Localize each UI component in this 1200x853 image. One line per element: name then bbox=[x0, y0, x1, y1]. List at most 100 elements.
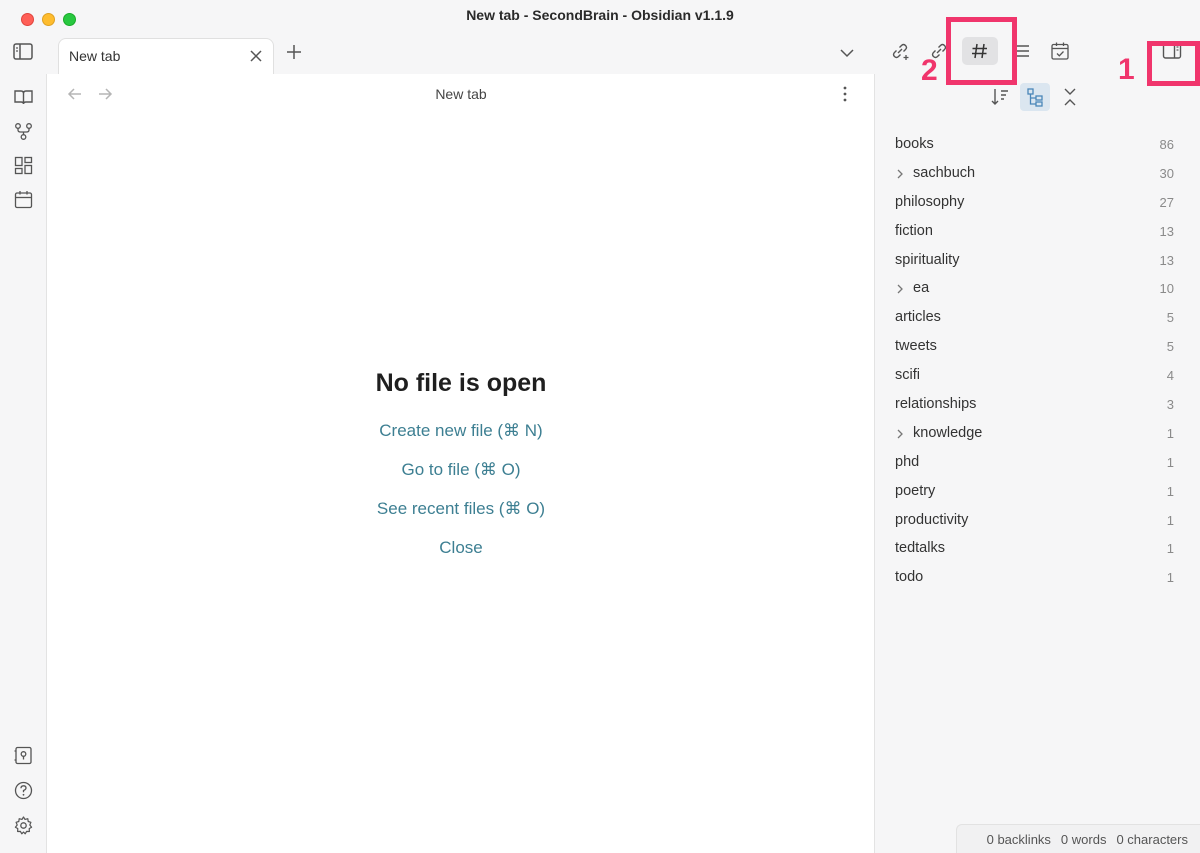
status-backlinks[interactable]: 0 backlinks bbox=[987, 832, 1051, 847]
tag-name: poetry bbox=[895, 482, 936, 499]
vault-switcher-button[interactable] bbox=[13, 745, 34, 766]
tag-row-poetry[interactable]: poetry 1 bbox=[875, 477, 1200, 506]
sort-button[interactable] bbox=[985, 83, 1015, 111]
tag-count: 1 bbox=[1166, 425, 1174, 441]
tab-new-tab[interactable]: New tab bbox=[58, 38, 274, 74]
chevron-right-icon[interactable] bbox=[895, 283, 905, 295]
tag-count: 4 bbox=[1166, 368, 1174, 384]
status-character-count: 0 characters bbox=[1116, 831, 1188, 847]
plus-icon bbox=[287, 45, 301, 59]
more-options-button[interactable] bbox=[837, 85, 853, 103]
close-link[interactable]: Close bbox=[47, 537, 875, 559]
sort-icon bbox=[991, 89, 1008, 105]
empty-state-title: No file is open bbox=[375, 369, 547, 397]
tab-list-dropdown[interactable] bbox=[838, 45, 856, 61]
title-bar: New tab - SecondBrain - Obsidian v1.1.9 bbox=[0, 0, 1200, 32]
tag-row-books[interactable]: books 86 bbox=[875, 130, 1200, 159]
git-fork-icon bbox=[15, 123, 32, 140]
tasks-tab[interactable] bbox=[1049, 40, 1071, 62]
tag-row-fiction[interactable]: fiction 13 bbox=[875, 217, 1200, 246]
tag-count: 1 bbox=[1166, 483, 1174, 499]
right-sidebar: 2 1 books 86 sachbuch 30 philosophy 27 f… bbox=[875, 17, 1200, 853]
tab-label: New tab bbox=[69, 48, 121, 64]
tag-row-knowledge[interactable]: knowledge 1 bbox=[875, 419, 1200, 448]
close-tab-button[interactable] bbox=[249, 49, 263, 63]
tag-row-philosophy[interactable]: philosophy 27 bbox=[875, 188, 1200, 217]
tag-row-todo[interactable]: todo 1 bbox=[875, 563, 1200, 592]
tag-count: 13 bbox=[1159, 223, 1174, 239]
toggle-left-sidebar-button[interactable] bbox=[12, 42, 36, 64]
tag-count: 1 bbox=[1166, 512, 1174, 528]
window-title: New tab - SecondBrain - Obsidian v1.1.9 bbox=[466, 7, 734, 23]
tag-row-scifi[interactable]: scifi 4 bbox=[875, 361, 1200, 390]
tag-count: 1 bbox=[1166, 570, 1174, 586]
tag-row-phd[interactable]: phd 1 bbox=[875, 448, 1200, 477]
help-circle-icon bbox=[14, 781, 33, 800]
new-tab-button[interactable] bbox=[285, 43, 303, 61]
tag-count: 1 bbox=[1166, 541, 1174, 557]
tag-row-tweets[interactable]: tweets 5 bbox=[875, 332, 1200, 361]
go-to-file-link[interactable]: Go to file (⌘ O) bbox=[47, 459, 875, 481]
tag-name: todo bbox=[895, 569, 924, 586]
close-icon bbox=[250, 50, 262, 62]
tag-name: articles bbox=[895, 309, 941, 326]
tab-bar: New tab bbox=[0, 32, 875, 74]
create-new-file-link[interactable]: Create new file (⌘ N) bbox=[47, 420, 875, 442]
tag-count: 86 bbox=[1159, 137, 1174, 152]
settings-button[interactable] bbox=[13, 815, 34, 836]
tag-count: 10 bbox=[1159, 281, 1174, 297]
calendar-icon bbox=[14, 191, 33, 209]
vault-icon bbox=[14, 746, 32, 765]
tag-count: 5 bbox=[1166, 339, 1174, 355]
tree-icon bbox=[1027, 88, 1043, 107]
gear-icon bbox=[14, 816, 33, 835]
canvas-button[interactable] bbox=[13, 155, 34, 176]
layout-dashboard-icon bbox=[14, 156, 33, 175]
tag-row-spirituality[interactable]: spirituality 13 bbox=[875, 246, 1200, 275]
tag-row-articles[interactable]: articles 5 bbox=[875, 303, 1200, 332]
tag-name: scifi bbox=[895, 367, 920, 384]
annotation-box-2 bbox=[946, 17, 1017, 85]
tree-view-toggle[interactable] bbox=[1020, 83, 1050, 111]
tag-name: relationships bbox=[895, 396, 977, 413]
graph-view-button[interactable] bbox=[13, 121, 34, 142]
calendar-check-icon bbox=[1051, 42, 1069, 60]
link-plus-icon bbox=[892, 43, 909, 60]
book-open-icon bbox=[14, 90, 33, 105]
tag-name: fiction bbox=[895, 222, 933, 239]
chevron-right-icon[interactable] bbox=[895, 168, 905, 180]
collapse-all-button[interactable] bbox=[1055, 83, 1085, 111]
annotation-label-2: 2 bbox=[921, 54, 938, 87]
left-ribbon bbox=[0, 74, 47, 853]
tag-name: books bbox=[895, 136, 934, 152]
sidebar-left-icon bbox=[13, 43, 33, 60]
tag-name: knowledge bbox=[913, 424, 983, 441]
tag-name: philosophy bbox=[895, 193, 965, 210]
tag-count: 3 bbox=[1166, 397, 1174, 413]
tag-count: 1 bbox=[1166, 454, 1174, 470]
more-vertical-icon bbox=[843, 86, 847, 102]
tag-list: books 86 sachbuch 30 philosophy 27 ficti… bbox=[875, 130, 1200, 592]
chevron-right-icon[interactable] bbox=[895, 428, 905, 440]
tag-count: 5 bbox=[1166, 310, 1174, 326]
backlinks-tab[interactable] bbox=[889, 40, 911, 62]
daily-note-button[interactable] bbox=[13, 189, 34, 210]
chevron-down-icon bbox=[840, 49, 854, 58]
tag-name: spirituality bbox=[895, 251, 960, 268]
tag-name: tweets bbox=[895, 338, 937, 355]
tag-row-tedtalks[interactable]: tedtalks 1 bbox=[875, 534, 1200, 563]
tag-row-productivity[interactable]: productivity 1 bbox=[875, 506, 1200, 535]
quick-switcher-button[interactable] bbox=[13, 87, 34, 108]
tag-name: sachbuch bbox=[913, 164, 976, 181]
chevrons-collapse-icon bbox=[1064, 88, 1076, 106]
view-header-title: New tab bbox=[435, 86, 487, 102]
help-button[interactable] bbox=[13, 780, 34, 801]
status-word-count: 0 words bbox=[1060, 831, 1107, 847]
annotation-box-1 bbox=[1147, 41, 1200, 86]
annotation-label-1: 1 bbox=[1118, 53, 1135, 86]
tag-count: 13 bbox=[1159, 252, 1174, 268]
tag-row-sachbuch[interactable]: sachbuch 30 bbox=[875, 159, 1200, 188]
tag-row-ea[interactable]: ea 10 bbox=[875, 274, 1200, 303]
see-recent-files-link[interactable]: See recent files (⌘ O) bbox=[47, 498, 875, 520]
tag-row-relationships[interactable]: relationships 3 bbox=[875, 390, 1200, 419]
